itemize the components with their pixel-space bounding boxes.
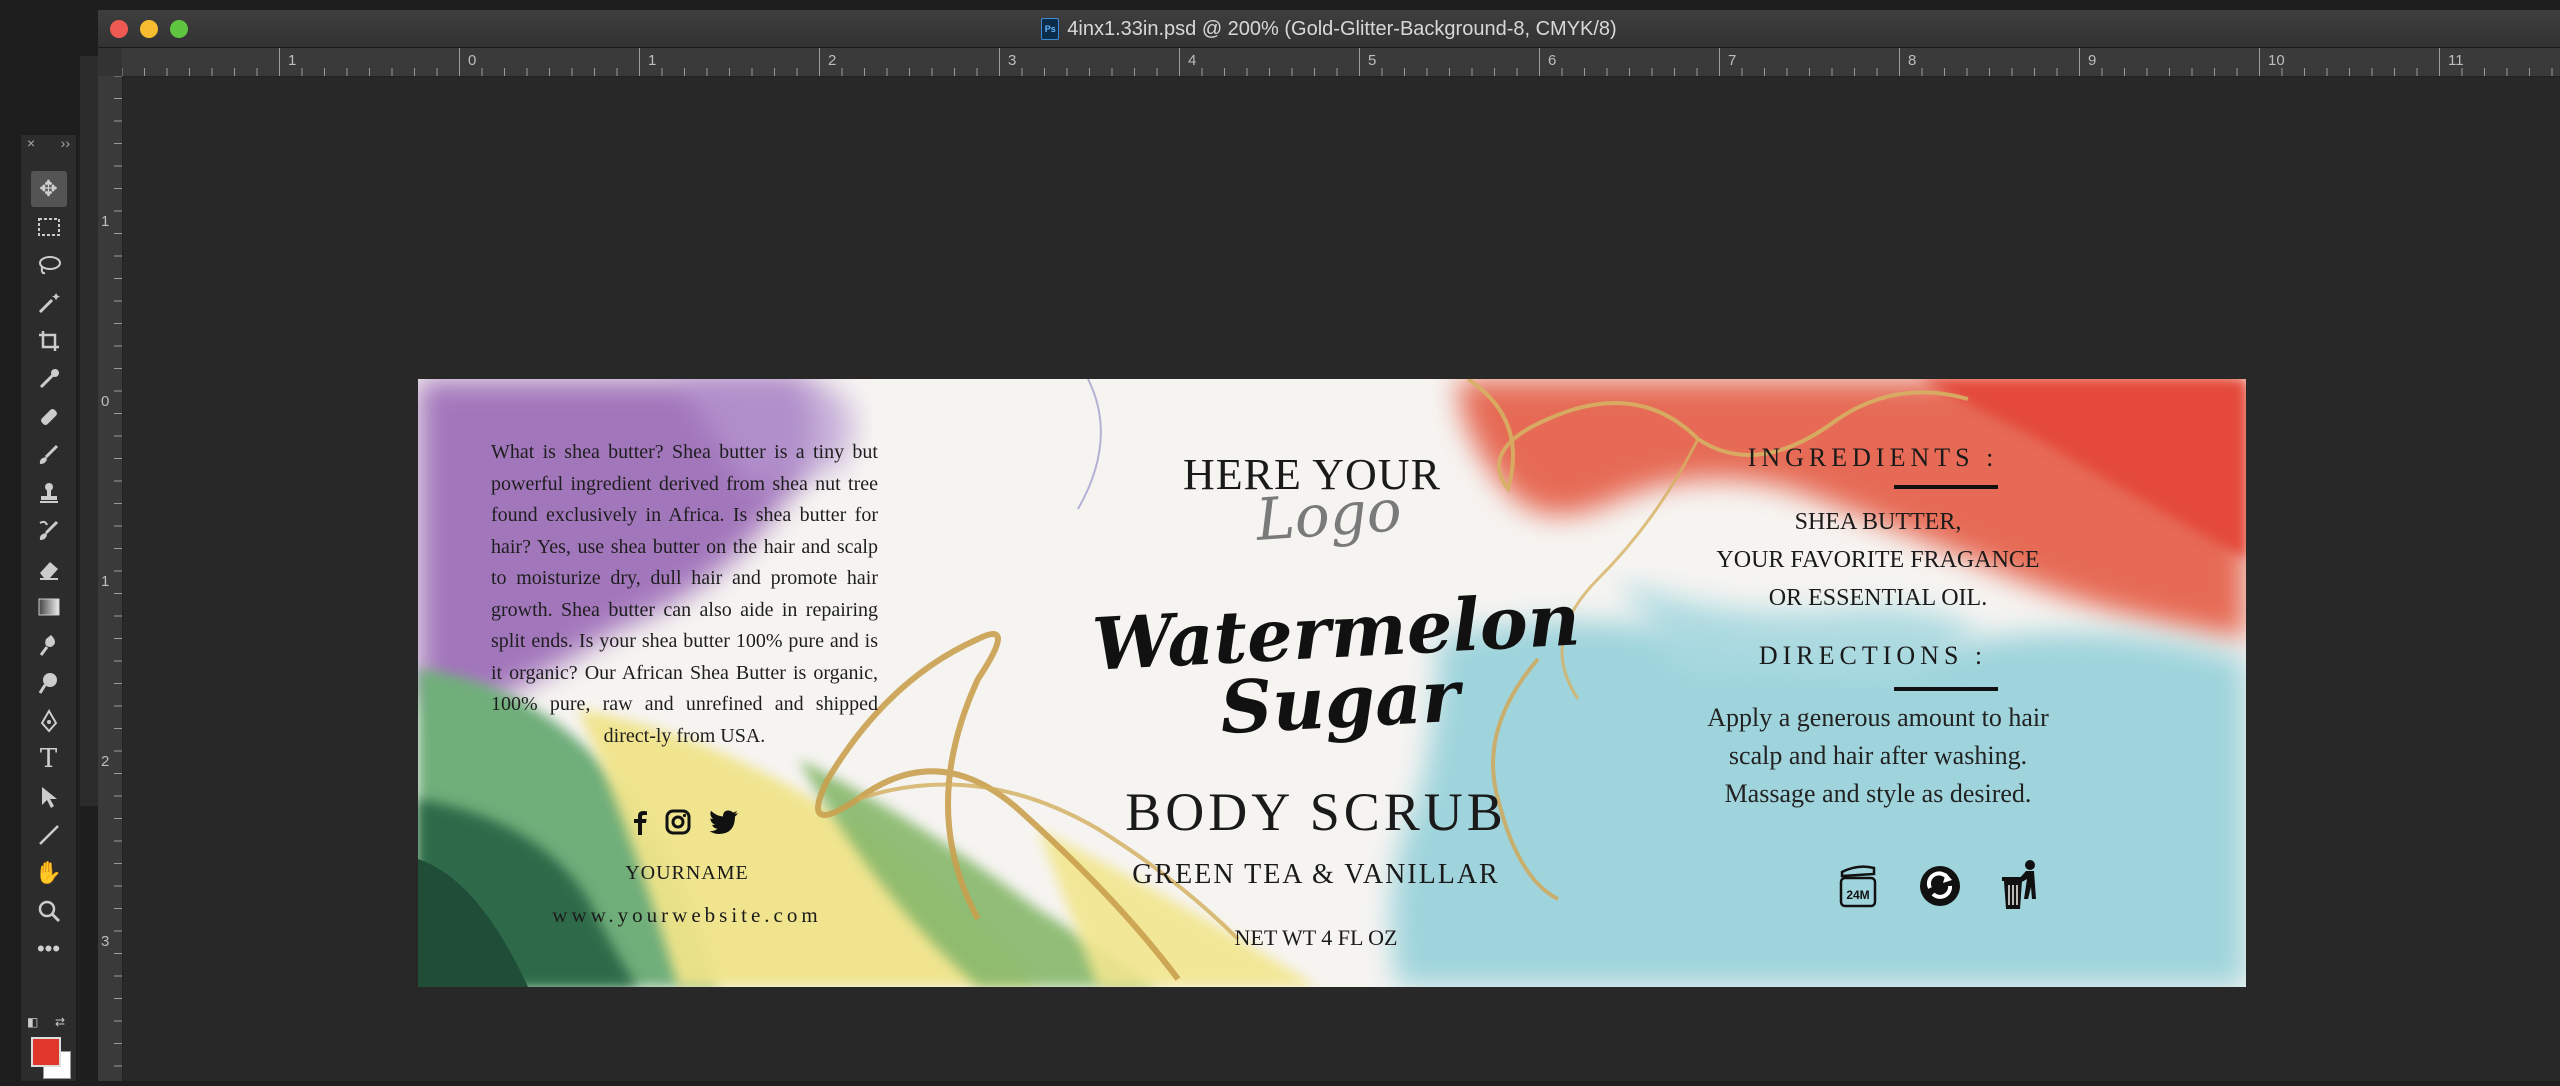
brush-tool-icon[interactable]	[31, 437, 67, 473]
foreground-color-swatch[interactable]	[31, 1037, 61, 1067]
directions-underline	[1894, 687, 1998, 691]
directions-line: Apply a generous amount to hair	[1707, 703, 2049, 732]
close-panel-icon[interactable]: ×	[27, 135, 35, 155]
ruler-mark: 1	[648, 52, 657, 69]
ruler-origin[interactable]	[98, 48, 122, 76]
ruler-mark: 5	[1368, 52, 1377, 69]
ruler-mark: 9	[2088, 52, 2097, 69]
line-tool-icon[interactable]	[31, 817, 67, 853]
document-title-text: 4inx1.33in.psd @ 200% (Gold-Glitter-Back…	[1067, 17, 1617, 40]
zoom-tool-icon[interactable]	[31, 893, 67, 929]
ruler-mark: 2	[828, 52, 837, 69]
pao-24m-icon: 24M	[1839, 865, 1877, 908]
label-artboard[interactable]: What is shea butter? Shea butter is a ti…	[418, 379, 2246, 987]
product-type-text[interactable]: BODY SCRUB	[1038, 781, 1594, 843]
ruler-mark: 10	[2268, 52, 2285, 69]
recycle-icon	[1920, 866, 1960, 906]
blur-tool-icon[interactable]	[31, 627, 67, 663]
document-title: Ps 4inx1.33in.psd @ 200% (Gold-Glitter-B…	[1041, 17, 1617, 41]
directions-line: scalp and hair after washing.	[1728, 741, 2028, 770]
ruler-mark: 3	[1008, 52, 1017, 69]
ingredients-heading[interactable]: INGREDIENTS :	[1708, 443, 2038, 473]
pen-tool-icon[interactable]	[31, 703, 67, 739]
horizontal-ruler-ticks	[122, 48, 2553, 76]
svg-text:✦: ✦	[51, 291, 61, 304]
ingredients-text[interactable]: SHEA BUTTER, YOUR FAVORITE FRAGANCE OR E…	[1678, 503, 2078, 617]
ruler-mark: 11	[2448, 52, 2464, 69]
horizontal-ruler[interactable]: 1 0 1 2 3 4 5 6 7 8 9 10 11	[122, 48, 2560, 77]
instagram-icon	[665, 809, 691, 835]
vertical-ruler[interactable]: 1 0 1 2 3	[98, 76, 123, 1081]
ingredients-underline	[1894, 485, 1998, 489]
tools-panel: × ›› ✥ ✦ T ✋ ••• ◧ ⇄	[20, 134, 77, 1082]
pao-24m-label: 24M	[1846, 888, 1869, 902]
ingredients-line: YOUR FAVORITE FRAGANCE	[1716, 547, 2040, 573]
move-tool-icon[interactable]: ✥	[30, 171, 67, 207]
more-tools-icon[interactable]: •••	[31, 931, 67, 967]
gradient-tool-icon[interactable]	[31, 589, 67, 625]
close-window-button[interactable]	[110, 20, 128, 38]
ruler-mark: 1	[101, 573, 110, 590]
crop-tool-icon[interactable]	[31, 323, 67, 359]
hand-tool-icon[interactable]: ✋	[31, 855, 67, 891]
directions-text[interactable]: Apply a generous amount to hair scalp an…	[1638, 699, 2118, 813]
ruler-mark: 1	[288, 52, 297, 69]
symbol-icons: 24M	[1836, 859, 2044, 913]
ruler-mark: 6	[1548, 52, 1557, 69]
magic-wand-tool-icon[interactable]: ✦	[31, 285, 67, 321]
your-name-text[interactable]: YOURNAME	[418, 862, 956, 885]
color-swatches[interactable]: ◧ ⇄	[25, 1015, 75, 1079]
logo-script-text[interactable]: Logo	[1254, 476, 1404, 554]
expand-panel-icon[interactable]: ››	[61, 135, 70, 155]
default-colors-icon[interactable]: ◧	[27, 1015, 38, 1029]
social-icons	[633, 809, 739, 835]
ruler-mark: 2	[101, 753, 110, 770]
type-tool-icon[interactable]: T	[31, 741, 67, 777]
ingredients-line: SHEA BUTTER,	[1794, 509, 1962, 535]
net-weight-text[interactable]: NET WT 4 FL OZ	[1038, 925, 1594, 951]
marquee-tool-icon[interactable]	[31, 209, 67, 245]
website-text[interactable]: www.yourwebsite.com	[418, 903, 956, 928]
twitter-icon	[709, 810, 738, 834]
eraser-tool-icon[interactable]	[31, 551, 67, 587]
lasso-tool-icon[interactable]	[31, 247, 67, 283]
directions-line: Massage and style as desired.	[1724, 779, 2032, 808]
dodge-tool-icon[interactable]	[31, 665, 67, 701]
ruler-mark: 8	[1908, 52, 1917, 69]
ruler-mark: 1	[101, 213, 110, 230]
about-shea-butter-text[interactable]: What is shea butter? Shea butter is a ti…	[491, 437, 878, 752]
trash-bin-icon	[2002, 860, 2036, 909]
ruler-mark: 7	[1728, 52, 1737, 69]
swap-colors-icon[interactable]: ⇄	[55, 1015, 65, 1029]
ruler-mark: 4	[1188, 52, 1197, 69]
minimize-window-button[interactable]	[140, 20, 158, 38]
directions-heading[interactable]: DIRECTIONS :	[1708, 641, 2038, 671]
healing-brush-tool-icon[interactable]	[31, 399, 67, 435]
ruler-mark: 0	[101, 393, 110, 410]
ingredients-line: OR ESSENTIAL OIL.	[1768, 585, 1988, 611]
clone-stamp-tool-icon[interactable]	[31, 475, 67, 511]
flavor-text[interactable]: GREEN TEA & VANILLAR	[1038, 859, 1594, 891]
document-titlebar[interactable]: Ps 4inx1.33in.psd @ 200% (Gold-Glitter-B…	[98, 11, 2560, 48]
panel-edge-strip	[80, 56, 99, 806]
ruler-mark: 0	[468, 52, 477, 69]
product-name[interactable]: Watermelon Sugar	[1075, 576, 1602, 750]
facebook-icon	[634, 811, 647, 835]
maximize-window-button[interactable]	[170, 20, 188, 38]
tools-panel-header[interactable]: × ››	[21, 135, 76, 155]
path-selection-tool-icon[interactable]	[31, 779, 67, 815]
history-brush-tool-icon[interactable]	[31, 513, 67, 549]
eyedropper-tool-icon[interactable]	[31, 361, 67, 397]
psd-file-icon: Ps	[1041, 18, 1060, 40]
ruler-mark: 3	[101, 933, 110, 950]
